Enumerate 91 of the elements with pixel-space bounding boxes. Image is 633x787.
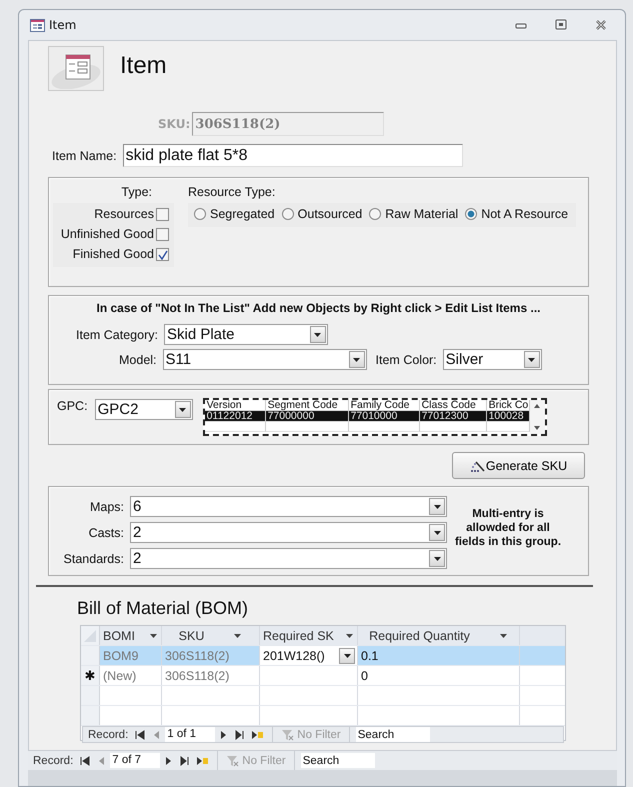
caret-icon <box>527 356 536 362</box>
type-label: Type: <box>121 185 152 199</box>
search-field[interactable]: Search <box>356 727 430 742</box>
caret-icon <box>313 332 322 338</box>
caret-icon <box>342 652 352 658</box>
gpc-label: GPC: <box>57 399 88 413</box>
checkbox-label: Resources <box>94 207 154 221</box>
first-record-button[interactable] <box>133 728 148 742</box>
column-header[interactable]: Required SK <box>260 626 358 645</box>
gpc-dropdown[interactable]: GPC2 <box>94 399 193 420</box>
caret-icon <box>432 504 442 510</box>
caret-icon <box>352 356 362 362</box>
radio-button[interactable] <box>465 208 478 220</box>
multi-select-dropdown[interactable]: 6 <box>130 496 447 517</box>
scroll-bar[interactable] <box>530 400 545 434</box>
checkbox-label: Unfinished Good <box>60 227 154 241</box>
first-icon <box>135 730 146 740</box>
item-category-label: Item Category: <box>76 328 158 342</box>
window-title: Item <box>49 18 78 32</box>
new-record-icon <box>251 730 264 740</box>
item-color-label: Item Color: <box>376 352 437 366</box>
sort-caret-icon <box>346 634 353 638</box>
first-icon <box>80 756 90 766</box>
caret-icon <box>432 530 442 536</box>
record-label: Record: <box>87 728 128 740</box>
field-label: Standards: <box>62 552 124 566</box>
record-position-field[interactable]: 1 of 1 <box>165 727 216 742</box>
form-title: Item <box>120 52 167 80</box>
resource-type-label: Resource Type: <box>188 185 276 199</box>
dropdown-field[interactable]: 201W128() <box>260 646 358 665</box>
table-row[interactable]: ✱ (New) 306S118(2) 0 <box>81 666 565 686</box>
radio-label: Raw Material <box>385 207 458 221</box>
table-cell: 306S118(2) <box>162 666 260 685</box>
sort-caret-icon <box>500 634 507 638</box>
record-label: Record: <box>32 754 74 766</box>
form-icon <box>30 18 45 32</box>
last-icon <box>235 730 246 740</box>
radio-label: Segregated <box>210 207 275 221</box>
field-label: Casts: <box>88 526 124 540</box>
column-header[interactable]: Required Quantity <box>358 626 520 645</box>
scroll-up-icon <box>533 403 542 409</box>
radio-label: Outsourced <box>298 207 362 221</box>
caret-icon <box>432 556 442 562</box>
filter-icon <box>281 728 294 740</box>
gpc-list[interactable]: Version Segment Code Family Code Class Code Brick Co 01122012 77000000 77010000 77012300 100028 <box>202 398 547 436</box>
table-row[interactable]: BOM9 306S118(2) 201W128() 0.1 <box>81 646 565 666</box>
list-row[interactable]: 01122012 77000000 77010000 77012300 100028 <box>204 411 530 422</box>
search-field[interactable]: Search <box>300 753 375 768</box>
first-record-button[interactable] <box>78 754 92 768</box>
item-name-field[interactable]: skid plate flat 5*8 <box>122 144 463 167</box>
multi-select-dropdown[interactable]: 2 <box>130 522 447 543</box>
model-label: Model: <box>119 352 157 366</box>
section-title: Bill of Material (BOM) <box>77 598 250 619</box>
field-label: Maps: <box>88 500 124 514</box>
checkbox[interactable] <box>156 208 169 220</box>
radio-button[interactable] <box>282 208 294 220</box>
instruction-text: In case of "Not In The List" Add new Objects by Right click > Edit List Items ... <box>95 301 542 315</box>
close-icon <box>594 19 606 31</box>
multi-select-dropdown[interactable]: 2 <box>130 548 447 569</box>
radio-label: Not A Resource <box>481 207 568 221</box>
item-color-dropdown[interactable]: Silver <box>442 349 542 370</box>
filter-icon <box>226 754 240 766</box>
item-name-label: Item Name: <box>52 148 117 162</box>
sort-caret-icon <box>234 634 242 638</box>
checkbox[interactable] <box>156 228 169 240</box>
wand-icon <box>470 458 485 472</box>
table-cell: 0.1 <box>358 646 520 665</box>
table-cell: 0 <box>358 666 520 685</box>
sku-label: SKU: <box>158 117 190 131</box>
record-position-field[interactable]: 7 of 7 <box>110 753 160 768</box>
table-cell: (New) <box>100 666 162 685</box>
restore-icon <box>554 19 566 31</box>
radio-button[interactable] <box>369 208 382 220</box>
record-selector[interactable]: ✱ <box>81 666 100 685</box>
checkbox-label: Finished Good <box>72 247 154 261</box>
table-cell: BOM9 <box>100 646 162 665</box>
generate-sku-button[interactable]: Generate SKU <box>452 452 585 479</box>
sku-field: 306S118(2) <box>192 112 384 136</box>
hint-text: Multi-entry is allowded for all fields in this group. <box>454 507 562 550</box>
column-header[interactable]: BOMI <box>100 626 162 645</box>
last-icon <box>180 756 190 766</box>
checkbox[interactable] <box>156 248 169 260</box>
sort-caret-icon <box>150 634 157 638</box>
checkmark-icon <box>157 248 168 260</box>
radio-button[interactable] <box>194 208 206 220</box>
new-record-icon <box>196 756 210 766</box>
model-dropdown[interactable]: S11 <box>162 349 367 370</box>
column-header[interactable]: SKU <box>162 626 260 645</box>
caret-icon <box>178 406 188 412</box>
item-category-dropdown[interactable]: Skid Plate <box>164 324 328 345</box>
scroll-down-icon <box>533 425 542 431</box>
